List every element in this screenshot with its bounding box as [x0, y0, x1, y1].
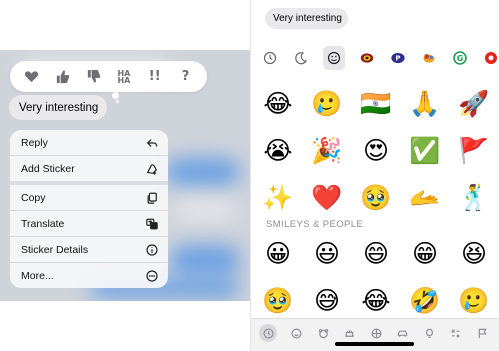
bird-sticker-icon[interactable]: [420, 48, 438, 68]
blurred-bubble: [175, 200, 235, 220]
menu-item-label: Copy: [21, 191, 46, 204]
conversation-strip: Very interesting: [251, 0, 499, 33]
thumbs-down-icon[interactable]: [82, 66, 104, 88]
menu-item-label: More...: [21, 270, 54, 282]
emoji-key[interactable]: 🥹: [261, 284, 295, 318]
emoji-key[interactable]: 😍: [359, 134, 393, 168]
emoji-key[interactable]: 🤣: [408, 284, 442, 318]
message-bubble[interactable]: Very interesting: [265, 8, 348, 29]
more-circle-icon: [145, 270, 158, 283]
emoji-category-footer: [251, 318, 499, 351]
emoji-category-bar: P G: [251, 45, 499, 71]
ball-icon[interactable]: [369, 326, 383, 340]
copy-icon: [145, 191, 158, 204]
sticker-moon-icon[interactable]: [292, 48, 310, 68]
p-sticker-icon[interactable]: P: [389, 48, 407, 68]
emoji-key[interactable]: 🎉: [310, 134, 344, 168]
translate-icon: [145, 217, 158, 230]
blurred-bubble: [165, 158, 240, 186]
info-icon: [145, 243, 158, 256]
car-icon[interactable]: [396, 326, 410, 340]
menu-item-label: Sticker Details: [21, 243, 89, 256]
emoji-key[interactable]: 😂: [261, 87, 295, 121]
smiley-icon[interactable]: [290, 326, 304, 340]
emoji-row: 😀 😃 😄 😁 😆: [261, 230, 497, 277]
context-menu: Reply Add Sticker Copy Translate Sticker…: [10, 130, 168, 288]
emoji-row: 🥹 😅 😂 🤣 🥲: [261, 277, 497, 324]
emoji-key[interactable]: 😅: [310, 284, 344, 318]
emoji-keyboard-panel: Very interesting P G 😂 🥲 🇮🇳 🙏 🚀 😭 🎉 😍 ✅ …: [250, 0, 499, 351]
selected-message-bubble[interactable]: Very interesting: [9, 95, 107, 120]
message-context-panel: HA HA !! ? Very interesting Reply Add St…: [0, 0, 250, 351]
emoji-key[interactable]: 🫴: [408, 181, 442, 215]
tapback-tail: [112, 92, 119, 99]
smileys-emoji-grid: 😀 😃 😄 😁 😆 🥹 😅 😂 🤣 🥲: [261, 230, 497, 324]
heart-icon[interactable]: [20, 66, 42, 88]
emoji-row: ✨ ❤️ 🥹 🫴 🕺: [261, 174, 497, 221]
emoji-key[interactable]: ❤️: [310, 181, 344, 215]
emoji-key[interactable]: 🥲: [457, 284, 491, 318]
tapback-bar: HA HA !! ?: [10, 61, 207, 92]
target-sticker-icon[interactable]: [358, 48, 376, 68]
thumbs-up-icon[interactable]: [51, 66, 73, 88]
flag-icon[interactable]: [475, 326, 489, 340]
menu-item-sticker-details[interactable]: Sticker Details: [10, 237, 168, 263]
emoji-key[interactable]: 🥲: [310, 87, 344, 121]
smiley-icon[interactable]: [323, 46, 345, 70]
exclamation-icon[interactable]: !!: [144, 66, 166, 88]
footer-icons: [259, 324, 489, 342]
emoji-key[interactable]: 😁: [408, 237, 442, 271]
bear-icon[interactable]: [316, 326, 330, 340]
menu-item-label: Reply: [21, 136, 48, 149]
haha-icon[interactable]: HA HA: [113, 66, 135, 88]
emoji-key[interactable]: ✨: [261, 181, 295, 215]
food-icon[interactable]: [343, 326, 357, 340]
svg-text:G: G: [457, 54, 464, 63]
question-icon[interactable]: ?: [175, 66, 197, 88]
emoji-key[interactable]: 😆: [457, 237, 491, 271]
emoji-row: 😂 🥲 🇮🇳 🙏 🚀: [261, 80, 497, 127]
recent-clock-icon[interactable]: [261, 48, 279, 68]
emoji-key[interactable]: 😭: [261, 134, 295, 168]
ball-sticker-icon[interactable]: [482, 48, 499, 68]
emoji-row: 😭 🎉 😍 ✅ 🚩: [261, 127, 497, 174]
emoji-key[interactable]: 🚀: [457, 87, 491, 121]
emoji-key[interactable]: 😄: [359, 237, 393, 271]
emoji-key[interactable]: 😀: [261, 237, 295, 271]
symbols-icon[interactable]: [449, 326, 463, 340]
emoji-key[interactable]: 🙏: [408, 87, 442, 121]
emoji-key[interactable]: 🇮🇳: [359, 87, 393, 121]
emoji-key[interactable]: 🕺: [457, 181, 491, 215]
emoji-key[interactable]: 😃: [310, 237, 344, 271]
emoji-key[interactable]: 😂: [359, 284, 393, 318]
menu-item-more[interactable]: More...: [10, 263, 168, 288]
tapback-tail: [116, 100, 119, 103]
menu-item-label: Translate: [21, 217, 65, 230]
emoji-key[interactable]: ✅: [408, 134, 442, 168]
screen: HA HA !! ? Very interesting Reply Add St…: [0, 0, 499, 351]
bulb-icon[interactable]: [422, 326, 436, 340]
home-indicator: [335, 342, 414, 346]
clock-icon[interactable]: [259, 324, 277, 342]
svg-text:P: P: [395, 55, 400, 63]
emoji-key[interactable]: 🚩: [457, 134, 491, 168]
menu-item-reply[interactable]: Reply: [10, 130, 168, 156]
menu-item-copy[interactable]: Copy: [10, 185, 168, 211]
emoji-key[interactable]: 🥹: [359, 181, 393, 215]
recent-emoji-grid: 😂 🥲 🇮🇳 🙏 🚀 😭 🎉 😍 ✅ 🚩 ✨ ❤️ 🥹 🫴 🕺: [261, 80, 497, 221]
blurred-bubble: [170, 245, 240, 275]
menu-item-translate[interactable]: Translate: [10, 211, 168, 237]
menu-item-add-sticker[interactable]: Add Sticker: [10, 156, 168, 185]
section-heading: SMILEYS & PEOPLE: [266, 219, 364, 230]
menu-item-label: Add Sticker: [21, 162, 75, 175]
reply-arrow-icon: [145, 136, 158, 149]
sticker-add-icon: [145, 162, 158, 175]
g-sticker-icon[interactable]: G: [451, 48, 469, 68]
